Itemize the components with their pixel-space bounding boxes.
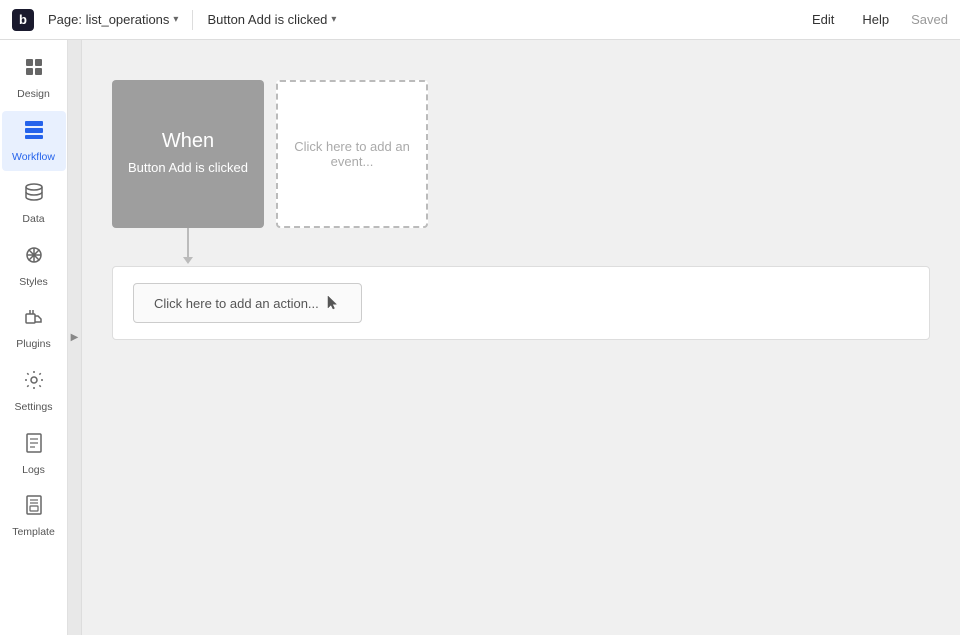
saved-status: Saved bbox=[911, 12, 948, 27]
help-button[interactable]: Help bbox=[856, 8, 895, 31]
design-icon bbox=[23, 56, 45, 84]
sidebar-label-plugins: Plugins bbox=[16, 338, 50, 351]
add-event-label: Click here to add an event... bbox=[290, 139, 414, 169]
workflow-selector[interactable]: Button Add is clicked ▾ bbox=[201, 8, 798, 31]
workflow-label: Button Add is clicked bbox=[207, 12, 327, 27]
trigger-block[interactable]: When Button Add is clicked bbox=[112, 80, 264, 228]
workflow-chevron-icon: ▾ bbox=[331, 14, 336, 25]
action-section-inner: Click here to add an action... bbox=[113, 267, 929, 339]
template-icon bbox=[23, 494, 45, 522]
app-logo: b bbox=[12, 9, 34, 31]
sidebar-item-settings[interactable]: Settings bbox=[2, 361, 66, 422]
add-event-block[interactable]: Click here to add an event... bbox=[276, 80, 428, 228]
sidebar-item-data[interactable]: Data bbox=[2, 173, 66, 234]
sidebar-item-workflow[interactable]: Workflow bbox=[2, 111, 66, 172]
page-chevron-icon: ▾ bbox=[173, 14, 178, 25]
data-icon bbox=[23, 181, 45, 209]
workflow-top-row: When Button Add is clicked Click here to… bbox=[112, 80, 428, 228]
add-action-button[interactable]: Click here to add an action... bbox=[133, 283, 362, 323]
edit-button[interactable]: Edit bbox=[806, 8, 840, 31]
page-label: Page: list_operations bbox=[48, 12, 169, 27]
sidebar-label-settings: Settings bbox=[15, 401, 53, 414]
styles-icon bbox=[23, 244, 45, 272]
topbar-actions: Edit Help Saved bbox=[806, 8, 948, 31]
main-layout: Design Workflow Data bbox=[0, 40, 960, 635]
collapse-arrow-icon: ▶ bbox=[71, 332, 79, 343]
sidebar-label-logs: Logs bbox=[22, 464, 45, 477]
topbar-separator bbox=[192, 10, 193, 30]
sidebar-label-template: Template bbox=[12, 526, 55, 539]
sidebar-item-template[interactable]: Template bbox=[2, 486, 66, 547]
sidebar-label-styles: Styles bbox=[19, 276, 48, 289]
topbar: b Page: list_operations ▾ Button Add is … bbox=[0, 0, 960, 40]
cursor-icon bbox=[325, 294, 341, 312]
workflow-icon bbox=[23, 119, 45, 147]
plugins-icon bbox=[23, 306, 45, 334]
add-action-label: Click here to add an action... bbox=[154, 296, 319, 311]
sidebar-item-design[interactable]: Design bbox=[2, 48, 66, 109]
workflow-canvas: When Button Add is clicked Click here to… bbox=[82, 40, 960, 635]
sidebar-label-design: Design bbox=[17, 88, 50, 101]
action-section: Click here to add an action... bbox=[112, 266, 930, 340]
trigger-when-label: When bbox=[162, 130, 214, 153]
settings-icon bbox=[23, 369, 45, 397]
collapse-handle[interactable]: ▶ bbox=[68, 40, 82, 635]
sidebar-item-plugins[interactable]: Plugins bbox=[2, 298, 66, 359]
sidebar: Design Workflow Data bbox=[0, 40, 68, 635]
canvas-area: When Button Add is clicked Click here to… bbox=[82, 40, 960, 635]
sidebar-item-logs[interactable]: Logs bbox=[2, 424, 66, 485]
sidebar-item-styles[interactable]: Styles bbox=[2, 236, 66, 297]
sidebar-label-data: Data bbox=[22, 213, 44, 226]
vertical-connector bbox=[187, 228, 189, 258]
page-selector[interactable]: Page: list_operations ▾ bbox=[42, 8, 184, 31]
trigger-description-label: Button Add is clicked bbox=[128, 159, 248, 177]
logs-icon bbox=[23, 432, 45, 460]
sidebar-label-workflow: Workflow bbox=[12, 151, 55, 164]
